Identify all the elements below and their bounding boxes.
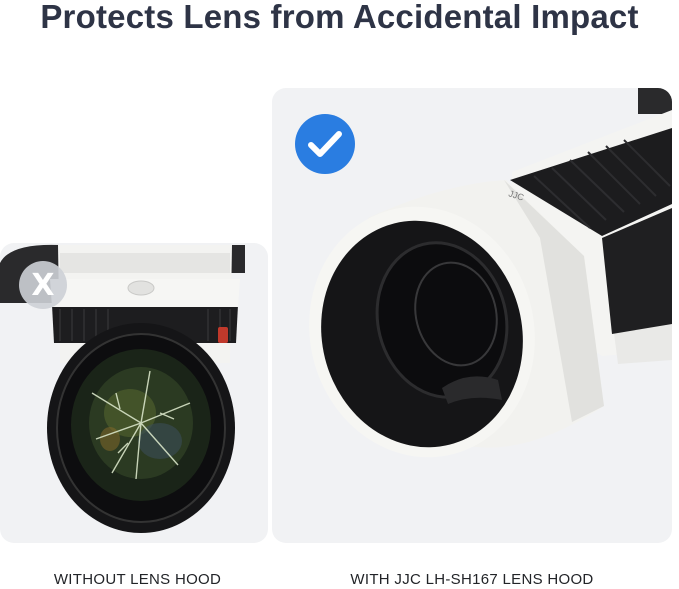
with-hood-caption: WITH JJC LH-SH167 LENS HOOD <box>350 571 594 588</box>
checkmark-glyph <box>308 131 342 157</box>
page-headline: Protects Lens from Accidental Impact <box>40 0 639 35</box>
x-icon: X <box>19 261 67 309</box>
without-hood-caption: WITHOUT LENS HOOD <box>53 571 222 588</box>
checkmark-icon <box>295 114 355 174</box>
